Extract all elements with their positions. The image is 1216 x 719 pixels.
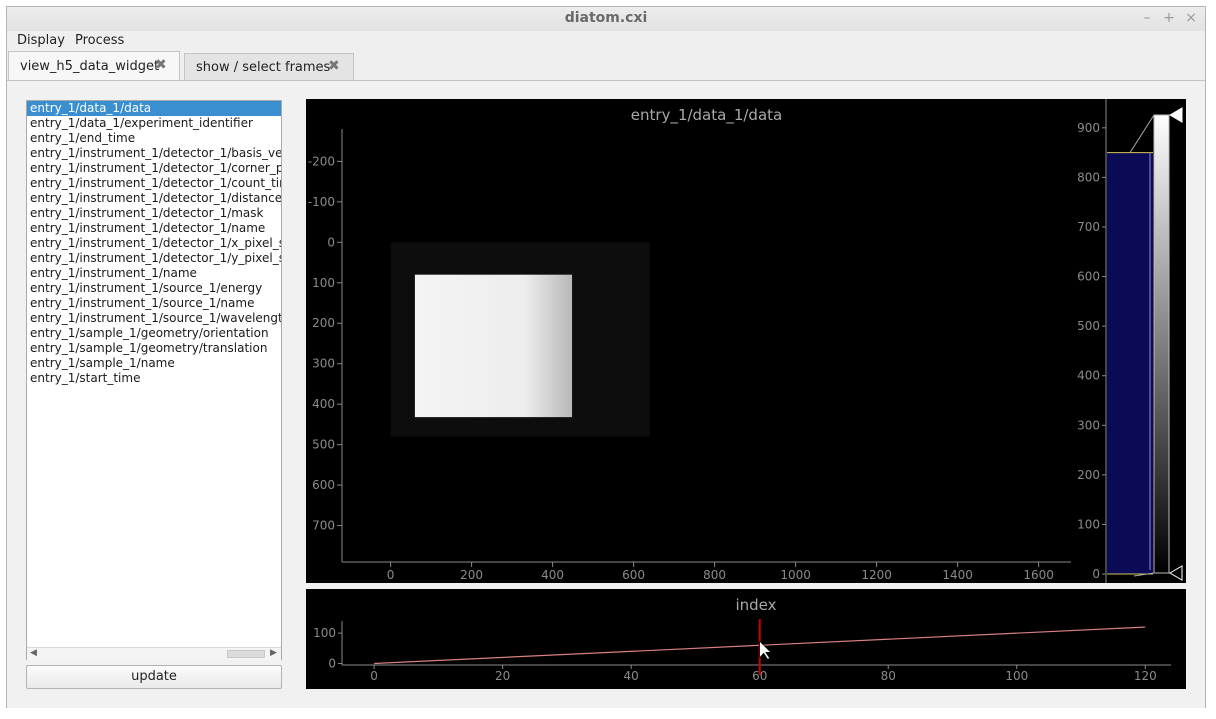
- close-tab-icon[interactable]: ✖: [328, 58, 340, 74]
- tab-view-h5-data-widget[interactable]: view_h5_data_widget ✖: [8, 51, 180, 81]
- y-tick-label: 200: [312, 316, 335, 330]
- update-button[interactable]: update: [26, 665, 282, 689]
- list-item[interactable]: entry_1/instrument_1/source_1/energy: [27, 281, 281, 296]
- x-tick-label: 120: [1134, 669, 1157, 683]
- dataset-list-items: entry_1/data_1/data entry_1/data_1/exper…: [27, 101, 281, 386]
- menu-bar: Display Process: [7, 31, 1205, 51]
- y-tick-label: 0: [327, 235, 335, 249]
- histogram-tick-label: 900: [1077, 121, 1100, 135]
- minimize-button[interactable]: –: [1138, 9, 1156, 27]
- dataset-list[interactable]: entry_1/data_1/data entry_1/data_1/exper…: [26, 100, 282, 660]
- y-tick-label: 0: [328, 656, 336, 670]
- plot-title: index: [735, 596, 776, 614]
- x-tick-label: 1000: [780, 568, 811, 582]
- gradient-colorbar[interactable]: [1153, 114, 1170, 574]
- scroll-left-icon[interactable]: ◀: [30, 648, 37, 658]
- sample-image: [414, 274, 573, 418]
- histogram-tick-label: 300: [1077, 418, 1100, 432]
- image-plot[interactable]: entry_1/data_1/data0 200 400 600 800 1000 1200…: [306, 99, 1186, 583]
- list-horizontal-scrollbar[interactable]: ◀ ▶: [27, 647, 281, 660]
- x-tick-label: 800: [703, 568, 726, 582]
- list-item[interactable]: entry_1/instrument_1/name: [27, 266, 281, 281]
- list-item[interactable]: entry_1/start_time: [27, 371, 281, 386]
- x-tick-label: 600: [622, 568, 645, 582]
- histogram-level-region[interactable]: [1107, 152, 1153, 575]
- x-tick-label: 40: [624, 669, 639, 683]
- x-tick-label: 1600: [1023, 568, 1054, 582]
- histogram-tick-label: 0: [1092, 567, 1100, 581]
- scrollbar-thumb[interactable]: [227, 650, 265, 658]
- x-tick-label: 0: [387, 568, 395, 582]
- list-item[interactable]: entry_1/sample_1/geometry/translation: [27, 341, 281, 356]
- histogram-tick-label: 600: [1077, 270, 1100, 284]
- x-tick-label: 0: [370, 669, 378, 683]
- y-tick-label: 500: [312, 438, 335, 452]
- list-item[interactable]: entry_1/instrument_1/detector_1/distance: [27, 191, 281, 206]
- histogram-tick-label: 200: [1077, 468, 1100, 482]
- x-tick-label: 200: [460, 568, 483, 582]
- list-item[interactable]: entry_1/instrument_1/detector_1/mask: [27, 206, 281, 221]
- index-plot[interactable]: index0 20 40 60 80 100 1200100: [306, 589, 1186, 689]
- y-tick-label: 100: [313, 626, 336, 640]
- list-item[interactable]: entry_1/instrument_1/detector_1/y_pixel_…: [27, 251, 281, 266]
- scroll-right-icon[interactable]: ▶: [270, 648, 277, 658]
- list-item[interactable]: entry_1/instrument_1/detector_1/x_pixel_…: [27, 236, 281, 251]
- y-tick-label: -100: [308, 195, 335, 209]
- title-bar: diatom.cxi – + ×: [7, 7, 1205, 32]
- list-item[interactable]: entry_1/instrument_1/detector_1/count_ti…: [27, 176, 281, 191]
- histogram-tick-label: 800: [1077, 170, 1100, 184]
- x-tick-label: 20: [495, 669, 510, 683]
- menu-display[interactable]: Display: [17, 33, 65, 48]
- main-window: diatom.cxi – + × Display Process view_h5…: [6, 6, 1206, 708]
- x-tick-label: 100: [1005, 669, 1028, 683]
- y-tick-label: 400: [312, 397, 335, 411]
- histogram-tick-label: 100: [1077, 517, 1100, 531]
- maximize-button[interactable]: +: [1160, 9, 1178, 27]
- list-item[interactable]: entry_1/instrument_1/source_1/name: [27, 296, 281, 311]
- list-item[interactable]: entry_1/data_1/data: [27, 101, 281, 116]
- x-tick-label: 1200: [861, 568, 892, 582]
- list-item[interactable]: entry_1/instrument_1/detector_1/corner_p: [27, 161, 281, 176]
- close-window-button[interactable]: ×: [1182, 9, 1200, 27]
- y-tick-label: 600: [312, 478, 335, 492]
- list-item[interactable]: entry_1/end_time: [27, 131, 281, 146]
- histogram-tick-label: 500: [1077, 319, 1100, 333]
- menu-process[interactable]: Process: [75, 33, 124, 48]
- tab-label: view_h5_data_widget: [20, 59, 160, 74]
- plot-title: entry_1/data_1/data: [631, 106, 782, 125]
- list-item[interactable]: entry_1/data_1/experiment_identifier: [27, 116, 281, 131]
- y-tick-label: 100: [312, 276, 335, 290]
- list-item[interactable]: entry_1/instrument_1/detector_1/name: [27, 221, 281, 236]
- tab-bar: view_h5_data_widget ✖ show / select fram…: [7, 51, 1205, 81]
- x-tick-label: 400: [541, 568, 564, 582]
- x-tick-label: 80: [881, 669, 896, 683]
- tab-show-select-frames[interactable]: show / select frames ✖: [184, 53, 354, 81]
- tab-label: show / select frames: [196, 60, 331, 75]
- list-item[interactable]: entry_1/instrument_1/detector_1/basis_ve: [27, 146, 281, 161]
- list-item[interactable]: entry_1/sample_1/name: [27, 356, 281, 371]
- list-item[interactable]: entry_1/instrument_1/source_1/wavelengt: [27, 311, 281, 326]
- list-item[interactable]: entry_1/sample_1/geometry/orientation: [27, 326, 281, 341]
- y-tick-label: 700: [312, 519, 335, 533]
- y-tick-label: -200: [308, 154, 335, 168]
- close-tab-icon[interactable]: ✖: [155, 57, 167, 73]
- x-tick-label: 1400: [942, 568, 973, 582]
- histogram-tick-label: 700: [1077, 220, 1100, 234]
- y-tick-label: 300: [312, 357, 335, 371]
- window-title: diatom.cxi: [564, 10, 648, 26]
- histogram-tick-label: 400: [1077, 369, 1100, 383]
